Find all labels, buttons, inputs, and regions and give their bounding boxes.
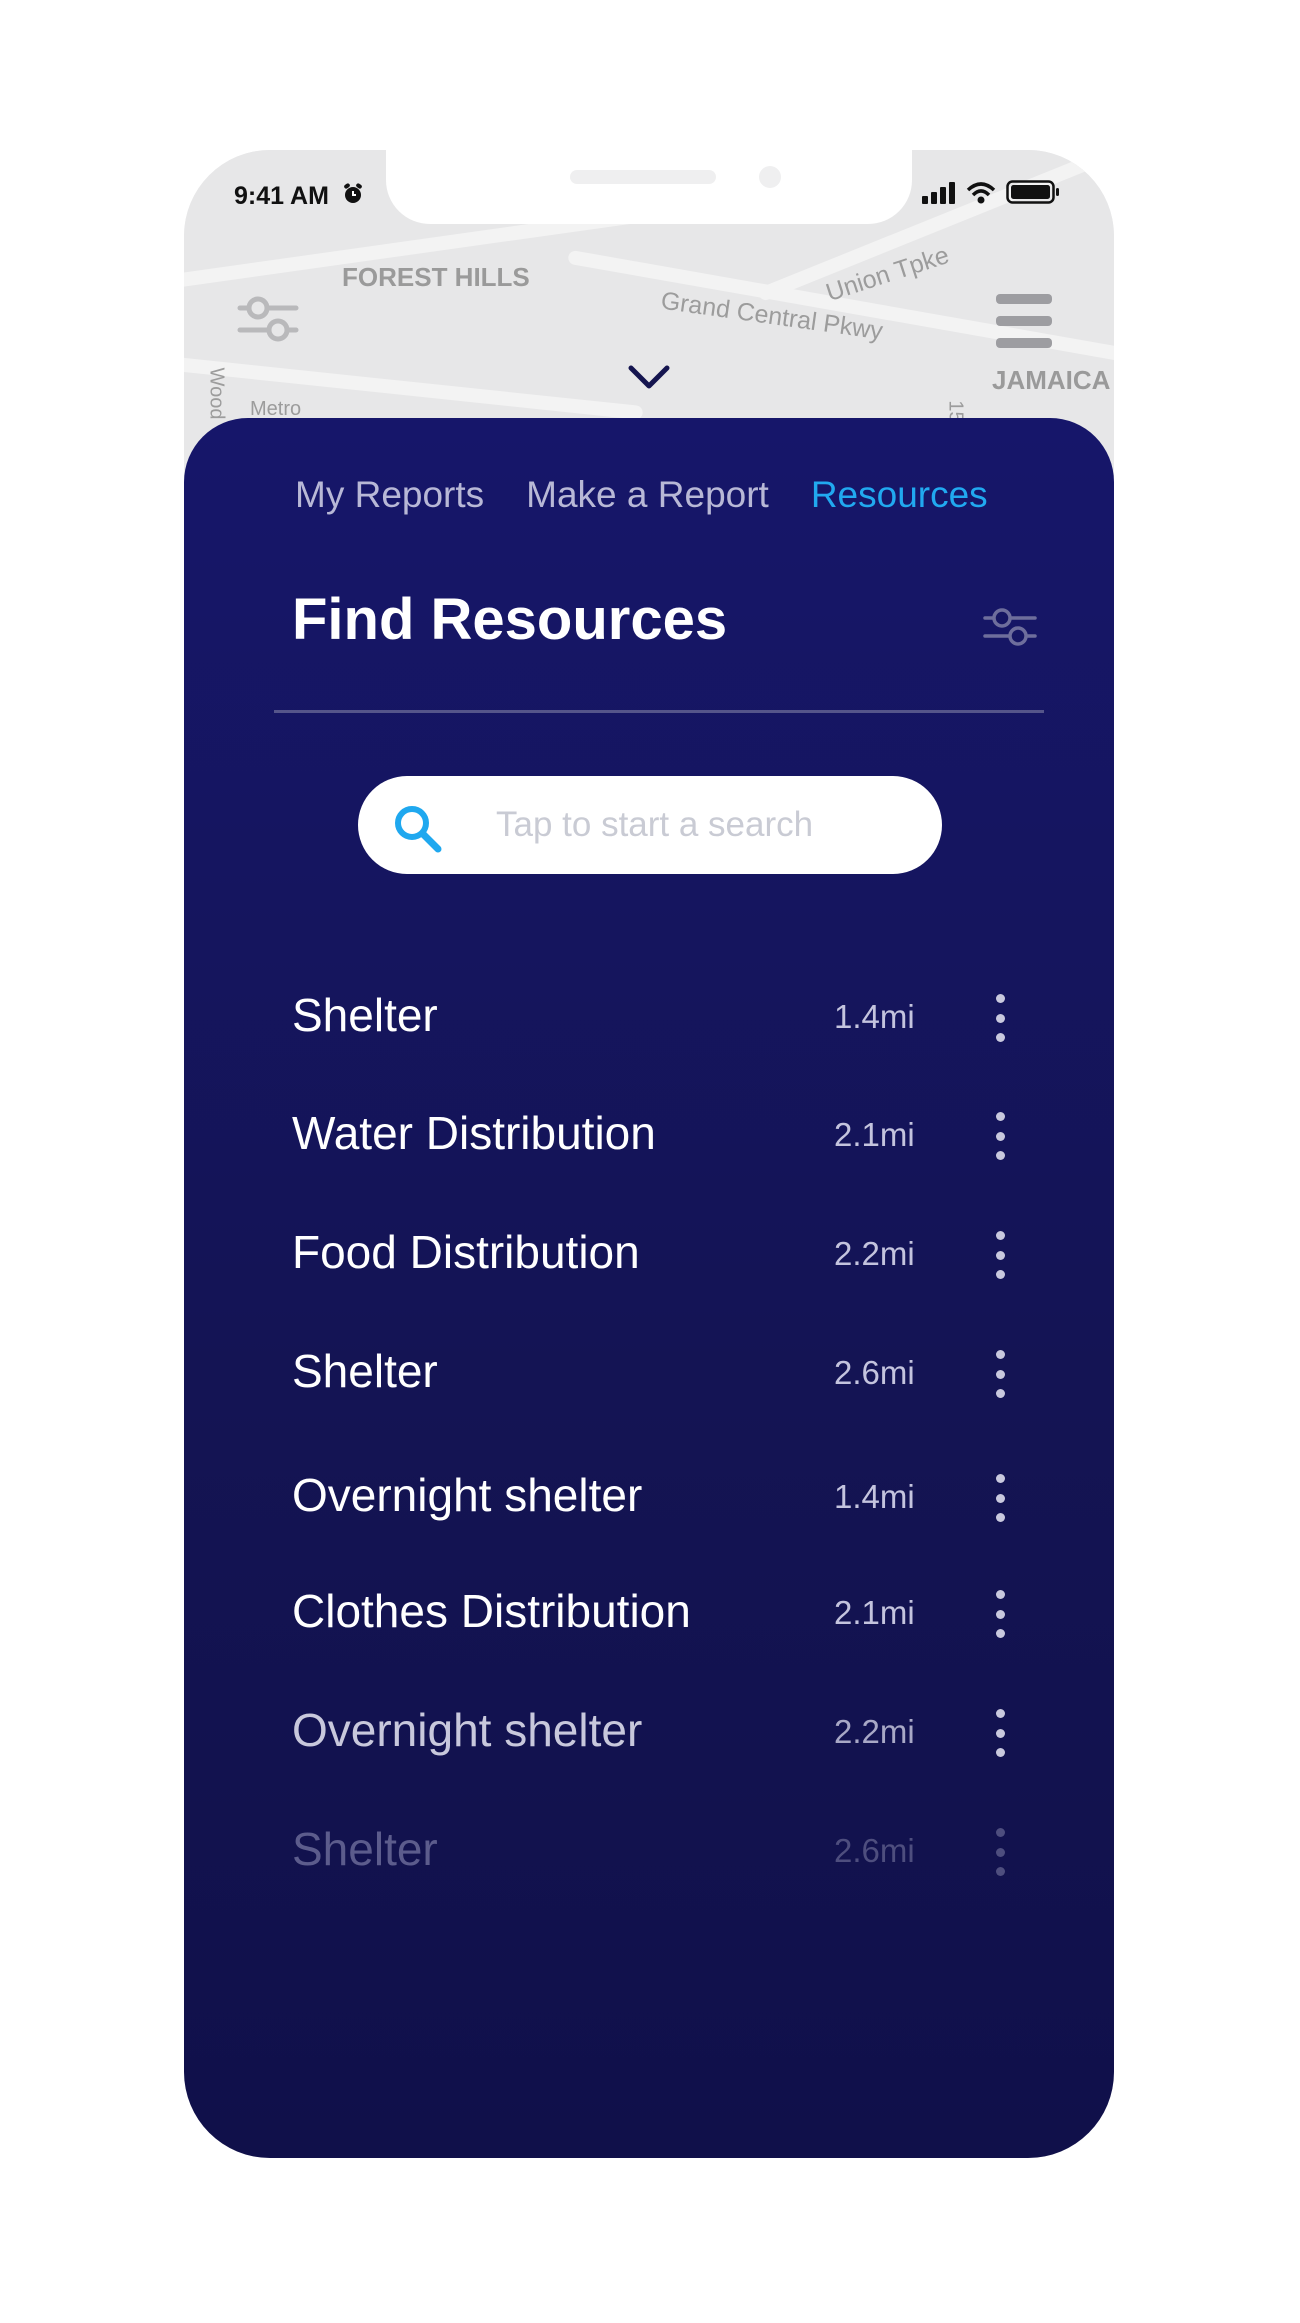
more-options-icon[interactable] bbox=[988, 1709, 1012, 1757]
phone-frame: FOREST HILLS Union Tpke Grand Central Pk… bbox=[184, 150, 1114, 2158]
status-icons bbox=[922, 180, 1060, 204]
resource-name: Shelter bbox=[292, 989, 438, 1041]
tab-bar: My Reports Make a Report Resources bbox=[295, 474, 988, 516]
resource-name: Shelter bbox=[292, 1823, 438, 1875]
more-options-icon[interactable] bbox=[988, 994, 1012, 1042]
resource-distance: 2.2mi bbox=[834, 1713, 915, 1750]
resource-distance: 1.4mi bbox=[834, 998, 915, 1035]
resource-name: Clothes Distribution bbox=[292, 1585, 691, 1637]
menu-icon[interactable] bbox=[994, 292, 1054, 350]
more-options-icon[interactable] bbox=[988, 1112, 1012, 1160]
chevron-down-icon[interactable] bbox=[625, 362, 673, 392]
resource-distance: 2.1mi bbox=[834, 1116, 915, 1153]
list-item[interactable]: Shelter 1.4mi bbox=[292, 988, 1052, 1058]
list-item[interactable]: Shelter 2.6mi bbox=[292, 1822, 1052, 1892]
map-view[interactable]: FOREST HILLS Union Tpke Grand Central Pk… bbox=[184, 150, 1114, 450]
tab-my-reports[interactable]: My Reports bbox=[295, 474, 484, 516]
resource-distance: 2.6mi bbox=[834, 1354, 915, 1391]
list-item[interactable]: Clothes Distribution 2.1mi bbox=[292, 1584, 1052, 1654]
resource-name: Water Distribution bbox=[292, 1107, 656, 1159]
resources-sheet: My Reports Make a Report Resources Find … bbox=[184, 418, 1114, 2158]
speaker-grille bbox=[570, 170, 716, 184]
resource-name: Food Distribution bbox=[292, 1226, 640, 1278]
resource-distance: 2.1mi bbox=[834, 1594, 915, 1631]
map-label-forest-hills: FOREST HILLS bbox=[342, 262, 530, 292]
list-item[interactable]: Overnight shelter 2.2mi bbox=[292, 1703, 1052, 1773]
title-divider bbox=[274, 710, 1044, 713]
resource-name: Overnight shelter bbox=[292, 1704, 643, 1756]
tab-make-a-report[interactable]: Make a Report bbox=[526, 474, 769, 516]
search-input[interactable] bbox=[496, 776, 916, 874]
tab-resources[interactable]: Resources bbox=[811, 474, 988, 516]
list-item[interactable]: Water Distribution 2.1mi bbox=[292, 1106, 1052, 1176]
resource-name: Shelter bbox=[292, 1345, 438, 1397]
alarm-icon bbox=[344, 183, 362, 203]
more-options-icon[interactable] bbox=[988, 1828, 1012, 1876]
signal-icon bbox=[922, 182, 955, 204]
resource-distance: 1.4mi bbox=[834, 1478, 915, 1515]
more-options-icon[interactable] bbox=[988, 1474, 1012, 1522]
list-item[interactable]: Overnight shelter 1.4mi bbox=[292, 1468, 1052, 1538]
list-item[interactable]: Food Distribution 2.2mi bbox=[292, 1225, 1052, 1295]
device-notch bbox=[386, 150, 912, 224]
resource-name: Overnight shelter bbox=[292, 1469, 643, 1521]
battery-icon bbox=[1006, 180, 1059, 204]
list-item[interactable]: Shelter 2.6mi bbox=[292, 1344, 1052, 1414]
more-options-icon[interactable] bbox=[988, 1590, 1012, 1638]
wifi-icon bbox=[966, 182, 996, 204]
filter-icon[interactable] bbox=[982, 602, 1038, 652]
more-options-icon[interactable] bbox=[988, 1231, 1012, 1279]
more-options-icon[interactable] bbox=[988, 1350, 1012, 1398]
map-label-jamaica: JAMAICA bbox=[992, 365, 1111, 395]
search-icon bbox=[395, 806, 442, 853]
search-bar[interactable] bbox=[358, 776, 942, 874]
status-time: 9:41 AM bbox=[234, 182, 329, 210]
page-title: Find Resources bbox=[292, 587, 728, 652]
front-camera bbox=[759, 166, 781, 188]
resource-distance: 2.2mi bbox=[834, 1235, 915, 1272]
resource-distance: 2.6mi bbox=[834, 1832, 915, 1869]
map-label-wood: Wood bbox=[205, 367, 228, 420]
filter-icon[interactable] bbox=[236, 286, 300, 350]
